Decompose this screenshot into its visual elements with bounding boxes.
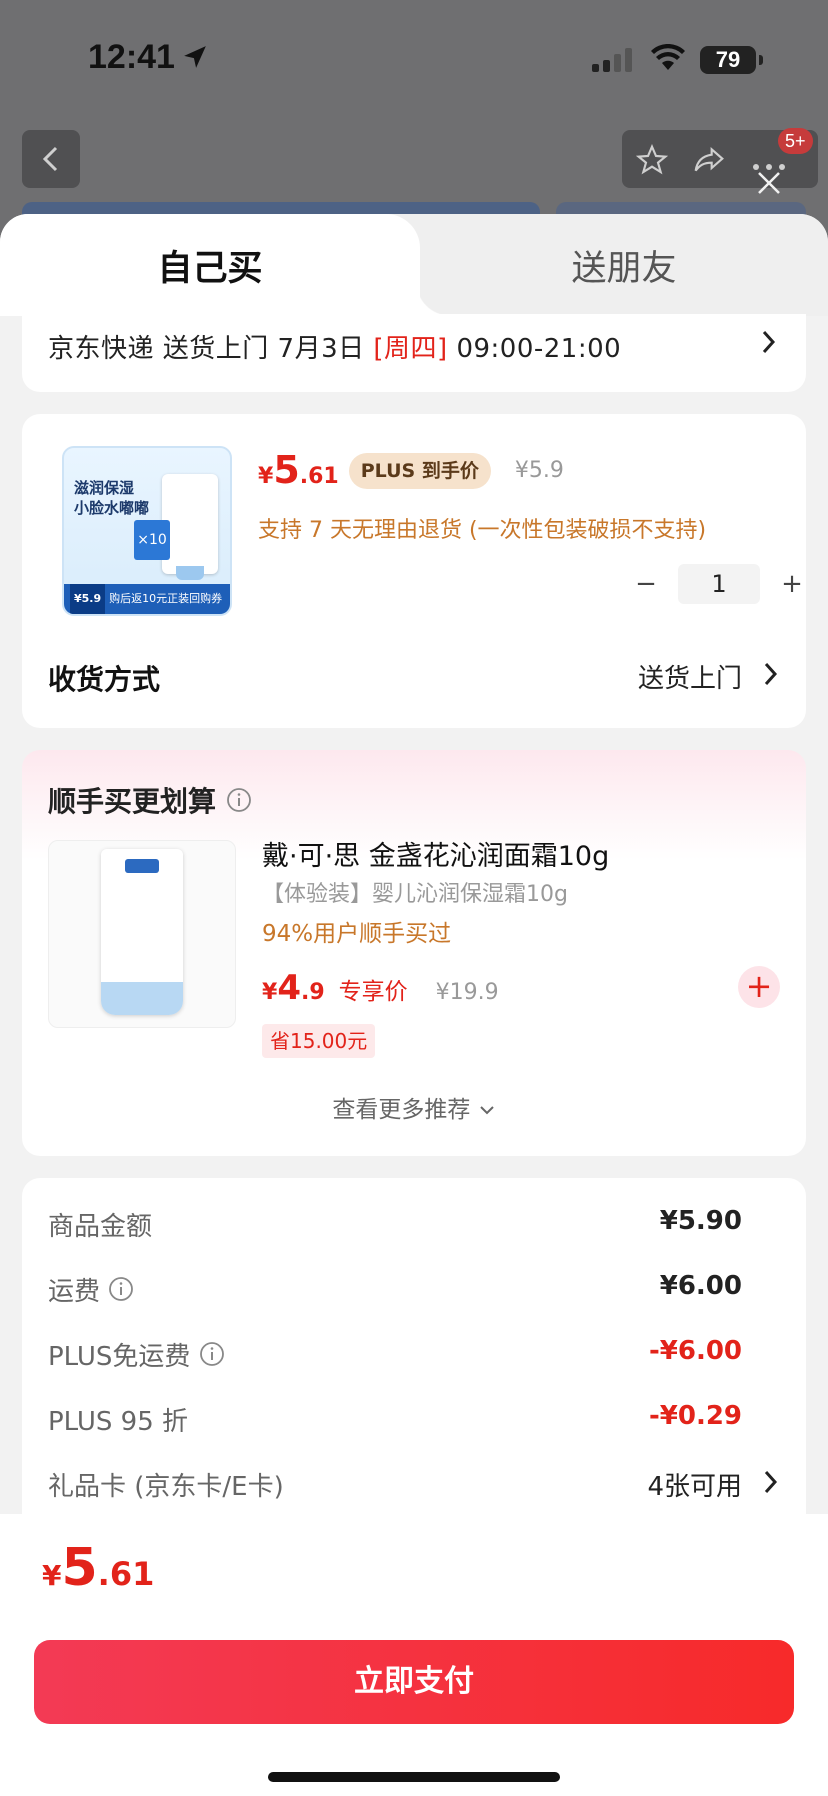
product-box-graphic: ×10 [134, 520, 170, 560]
recommendation-image[interactable] [48, 840, 236, 1028]
tab-bar: 自己买 送朋友 [0, 214, 828, 316]
delivery-weekday: [周四] [373, 334, 448, 364]
recommendation-card: 顺手买更划算 戴·可·思 金盏花沁润面霜10g 【体验装】婴儿沁润保湿霜10g … [22, 750, 806, 1156]
info-icon[interactable] [226, 787, 252, 820]
summary-label: PLUS免运费 [48, 1336, 225, 1374]
delivery-time-range: 09:00-21:00 [447, 334, 622, 364]
status-bar: 12:41 79 [0, 0, 828, 110]
product-image[interactable]: 滋润保湿 小脸水嘟嘟 ×10 ¥5.9 购后返10元正装回购券 [62, 446, 232, 616]
summary-row-gift-card[interactable]: 礼品卡 (京东卡/E卡) 4张可用 [48, 1466, 742, 1506]
quantity-input[interactable]: 1 [678, 564, 760, 604]
quantity-stepper: − 1 + [626, 564, 812, 604]
product-price-row: ¥5.61 PLUS 到手价 ¥5.9 [258, 448, 564, 495]
star-icon[interactable] [635, 143, 669, 180]
product-price: ¥5.61 [258, 448, 339, 492]
product-image-title: 滋润保湿 小脸水嘟嘟 [74, 479, 150, 517]
tab-buy-for-self[interactable]: 自己买 [0, 214, 450, 316]
summary-label: PLUS 95 折 [48, 1407, 189, 1437]
chevron-down-icon [478, 1097, 496, 1123]
home-indicator [268, 1772, 560, 1782]
tab-gift-friend[interactable]: 送朋友 [420, 214, 828, 316]
shipping-method-label: 收货方式 [48, 663, 161, 696]
recommendation-original-price: ¥19.9 [435, 980, 499, 1005]
chevron-right-icon [762, 660, 780, 692]
summary-label: 商品金额 [48, 1212, 153, 1242]
summary-value: ¥5.90 [659, 1206, 742, 1236]
chevron-right-icon [760, 328, 778, 360]
chevron-right-icon [762, 1468, 780, 1500]
savings-badge: 省15.00元 [262, 1024, 376, 1058]
summary-value: ¥6.00 [659, 1271, 742, 1301]
plus-price-tag: PLUS 到手价 [348, 453, 491, 489]
location-arrow-icon [182, 44, 208, 74]
summary-value: 4张可用 [647, 1472, 742, 1502]
summary-row-goods: 商品金额 ¥5.90 [48, 1206, 742, 1246]
recommendation-title: 顺手买更划算 [48, 780, 252, 820]
status-time: 12:41 [88, 38, 175, 76]
recommendation-buy-rate: 94%用户顺手买过 [262, 921, 452, 947]
recommendation-price: ¥4.9 [262, 968, 325, 1008]
wifi-icon [650, 43, 686, 76]
checkout-sheet: 自己买 送朋友 京东快递 送货上门 7月3日 [周四] 09:00-21:00 … [0, 214, 828, 1796]
product-image-footer: ¥5.9 购后返10元正装回购券 [64, 584, 230, 614]
product-card: 滋润保湿 小脸水嘟嘟 ×10 ¥5.9 购后返10元正装回购券 ¥5.61 PLUS… [22, 414, 806, 728]
summary-row-plus-discount: PLUS 95 折 -¥0.29 [48, 1401, 742, 1441]
delivery-prefix: 京东快递 送货上门 7月3日 [48, 334, 374, 364]
message-badge: 5+ [778, 128, 813, 154]
pay-now-button[interactable]: 立即支付 [34, 1640, 794, 1724]
total-price: ¥5.61 [42, 1538, 155, 1598]
recommendation-name[interactable]: 戴·可·思 金盏花沁润面霜10g [262, 834, 609, 873]
recommendation-price-row: ¥4.9 专享价 ¥19.9 [262, 968, 499, 1008]
shipping-method-value[interactable]: 送货上门 [638, 658, 742, 695]
summary-value: -¥0.29 [648, 1401, 742, 1431]
summary-label: 礼品卡 (京东卡/E卡) [48, 1472, 284, 1502]
share-icon[interactable] [692, 144, 726, 180]
product-tube-graphic [162, 474, 218, 580]
delivery-time-row[interactable]: 京东快递 送货上门 7月3日 [周四] 09:00-21:00 [22, 314, 806, 392]
info-icon[interactable] [199, 1341, 225, 1374]
recommendation-tube-graphic [101, 849, 183, 1015]
original-price: ¥5.9 [514, 458, 564, 483]
summary-value: -¥6.00 [648, 1336, 742, 1366]
summary-label: 运费 [48, 1271, 134, 1309]
info-icon[interactable] [108, 1276, 134, 1309]
return-policy: 支持 7 天无理由退货 (一次性包装破损不支持) [258, 518, 707, 543]
delivery-info: 京东快递 送货上门 7月3日 [周四] 09:00-21:00 [48, 328, 621, 365]
checkout-footer: ¥5.61 立即支付 [0, 1514, 828, 1796]
summary-row-shipping: 运费 ¥6.00 [48, 1271, 742, 1311]
recommendation-spec: 【体验装】婴儿沁润保湿霜10g [262, 882, 568, 907]
decrease-quantity-button[interactable]: − [626, 569, 666, 599]
back-button[interactable] [22, 130, 80, 188]
add-to-order-button[interactable]: + [738, 966, 780, 1008]
signal-icon [592, 48, 632, 72]
battery-icon: 79 [700, 46, 763, 74]
increase-quantity-button[interactable]: + [772, 569, 812, 599]
more-recommendations-link[interactable]: 查看更多推荐 [22, 1090, 806, 1124]
summary-row-plus-free-shipping: PLUS免运费 -¥6.00 [48, 1336, 742, 1376]
close-icon[interactable] [754, 168, 784, 202]
exclusive-price-label: 专享价 [338, 979, 408, 1005]
